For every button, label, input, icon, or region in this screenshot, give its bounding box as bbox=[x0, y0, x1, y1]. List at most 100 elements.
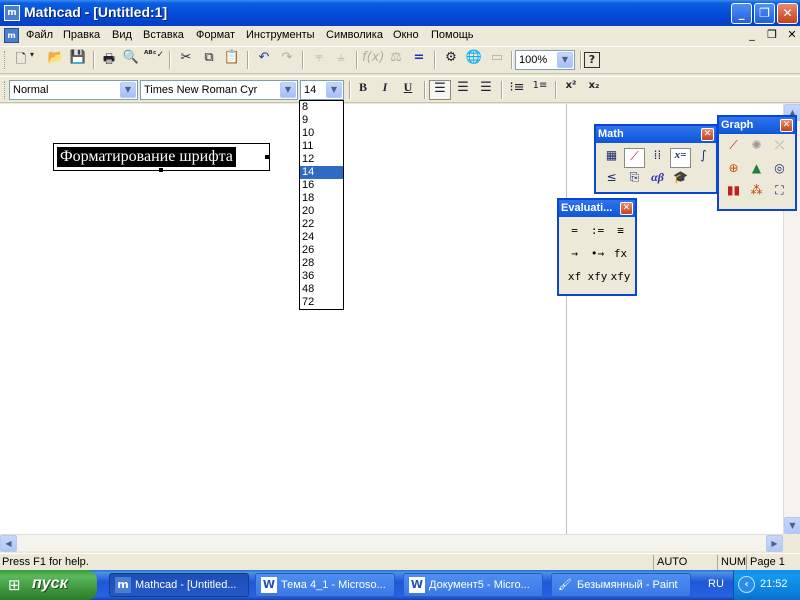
insert-function-icon[interactable]: f(x) bbox=[362, 50, 384, 70]
menu-view[interactable]: Вид bbox=[112, 29, 132, 41]
symbolic-evaluate-button[interactable]: → bbox=[564, 247, 585, 267]
calculate-icon[interactable]: = bbox=[408, 50, 430, 70]
numbered-list-icon[interactable]: 1≡ bbox=[529, 80, 551, 100]
paste-icon[interactable]: 📋 bbox=[221, 50, 243, 70]
text-region[interactable]: Форматирование шрифта bbox=[53, 143, 270, 172]
keyword-evaluate-button[interactable]: •→ bbox=[587, 247, 608, 267]
vector-field-icon[interactable]: ▮▮ bbox=[723, 183, 744, 203]
align-left-icon[interactable]: ☰ bbox=[429, 80, 451, 100]
zoom-select[interactable]: 100% ▼ bbox=[515, 50, 575, 70]
hyperlink-icon[interactable]: ▭ bbox=[486, 50, 508, 70]
graph-icon[interactable]: ⟋ bbox=[624, 148, 645, 168]
mdi-restore-button[interactable]: ❐ bbox=[765, 29, 779, 42]
redo-icon[interactable]: ↷ bbox=[276, 50, 298, 70]
close-icon[interactable]: ✕ bbox=[701, 128, 714, 141]
italic-button[interactable]: I bbox=[374, 80, 396, 100]
chevron-down-icon[interactable]: ▼ bbox=[326, 82, 342, 98]
math-palette-title[interactable]: Math bbox=[596, 126, 716, 143]
evaluation-icon[interactable]: x= bbox=[670, 148, 691, 168]
underline-button[interactable]: U bbox=[397, 80, 419, 100]
document-icon[interactable]: m bbox=[4, 28, 19, 43]
open-icon[interactable]: 📂 bbox=[45, 50, 67, 70]
print-icon[interactable]: 🖶 bbox=[98, 50, 120, 70]
global-define-button[interactable]: ≡ bbox=[610, 224, 631, 244]
menu-edit[interactable]: Правка bbox=[63, 29, 100, 41]
mdi-close-button[interactable]: ✕ bbox=[785, 29, 799, 42]
bullet-list-icon[interactable]: ⁝≡ bbox=[506, 80, 528, 100]
scroll-left-icon[interactable]: ◀ bbox=[0, 535, 17, 552]
programming-icon[interactable]: ⎘ bbox=[624, 170, 645, 190]
font-size-option[interactable]: 16 bbox=[300, 179, 343, 192]
mdi-minimize-button[interactable]: _ bbox=[745, 29, 759, 42]
font-size-option[interactable]: 48 bbox=[300, 283, 343, 296]
task-mathcad[interactable]: m Mathcad - [Untitled... bbox=[109, 573, 249, 597]
evaluate-button[interactable]: = bbox=[564, 224, 585, 244]
3d-scatter-icon[interactable]: ▲ bbox=[746, 161, 767, 181]
cut-icon[interactable]: ✂ bbox=[175, 50, 197, 70]
scroll-right-icon[interactable]: ▶ bbox=[766, 535, 783, 552]
menu-file[interactable]: Файл bbox=[26, 29, 53, 41]
surface-plot-icon[interactable]: ⤫ bbox=[769, 138, 790, 158]
define-button[interactable]: := bbox=[587, 224, 608, 244]
font-size-option[interactable]: 28 bbox=[300, 257, 343, 270]
polar-plot-icon[interactable]: ✺ bbox=[746, 138, 767, 158]
undo-icon[interactable]: ↶ bbox=[253, 50, 275, 70]
superscript-button[interactable]: x² bbox=[560, 80, 582, 100]
menu-symbolics[interactable]: Символика bbox=[326, 29, 383, 41]
chevron-down-icon[interactable]: ▼ bbox=[280, 82, 296, 98]
chevron-down-icon[interactable]: ▼ bbox=[557, 52, 573, 68]
symbolic-icon[interactable]: 🎓 bbox=[670, 170, 691, 190]
horizontal-scrollbar[interactable]: ◀ ▶ bbox=[0, 534, 783, 552]
align-top-icon[interactable]: ⫧ bbox=[308, 50, 330, 70]
style-select[interactable]: Normal ▼ bbox=[9, 80, 138, 100]
restore-button[interactable]: ❐ bbox=[754, 3, 775, 24]
tray-expand-icon[interactable]: ‹ bbox=[738, 576, 755, 593]
font-size-option[interactable]: 10 bbox=[300, 127, 343, 140]
start-button[interactable]: ⊞ пуск bbox=[0, 570, 97, 600]
menu-help[interactable]: Помощь bbox=[431, 29, 474, 41]
subscript-button[interactable]: x₂ bbox=[583, 80, 605, 100]
toolbar-grip[interactable] bbox=[4, 81, 7, 99]
close-button[interactable]: ✕ bbox=[777, 3, 798, 24]
infix-operator-button[interactable]: xfy bbox=[587, 270, 608, 290]
trace-icon[interactable]: ⛶ bbox=[769, 183, 790, 203]
postfix-operator-button[interactable]: xf bbox=[564, 270, 585, 290]
bold-button[interactable]: B bbox=[352, 80, 374, 100]
mathcad-app-icon[interactable]: m bbox=[4, 5, 20, 21]
save-icon[interactable]: 💾 bbox=[67, 50, 89, 70]
language-indicator[interactable]: RU bbox=[708, 578, 724, 590]
font-size-option[interactable]: 26 bbox=[300, 244, 343, 257]
scroll-down-icon[interactable]: ▼ bbox=[784, 517, 800, 534]
calculus-icon[interactable]: ∫ bbox=[693, 148, 714, 168]
font-size-option[interactable]: 24 bbox=[300, 231, 343, 244]
menu-format[interactable]: Формат bbox=[196, 29, 235, 41]
task-word-1[interactable]: W Тема 4_1 - Microso... bbox=[255, 573, 395, 597]
font-size-option[interactable]: 9 bbox=[300, 114, 343, 127]
toolbar-grip[interactable] bbox=[4, 51, 7, 69]
align-bottom-icon[interactable]: ⫨ bbox=[330, 50, 352, 70]
treefix-operator-button[interactable]: xfy bbox=[610, 270, 631, 290]
greek-icon[interactable]: αβ bbox=[647, 170, 668, 190]
calculator-icon[interactable]: ▦ bbox=[601, 148, 622, 168]
minimize-button[interactable]: _ bbox=[731, 3, 752, 24]
align-center-icon[interactable]: ☰ bbox=[452, 80, 474, 100]
resize-handle[interactable] bbox=[159, 168, 163, 172]
zoom-icon[interactable]: ⁂ bbox=[746, 183, 767, 203]
font-size-option[interactable]: 8 bbox=[300, 101, 343, 114]
font-size-option[interactable]: 11 bbox=[300, 140, 343, 153]
spell-check-icon[interactable]: ᴬᴮᶜ✓ bbox=[143, 50, 165, 70]
font-size-option[interactable]: 18 bbox=[300, 192, 343, 205]
close-icon[interactable]: ✕ bbox=[620, 202, 633, 215]
font-size-option[interactable]: 72 bbox=[300, 296, 343, 309]
chevron-down-icon[interactable]: ▼ bbox=[120, 82, 136, 98]
menu-insert[interactable]: Вставка bbox=[143, 29, 184, 41]
font-size-option[interactable]: 22 bbox=[300, 218, 343, 231]
font-size-option[interactable]: 14 bbox=[300, 166, 343, 179]
task-paint[interactable]: 🖌 Безымянный - Paint bbox=[551, 573, 691, 597]
resize-handle[interactable] bbox=[265, 155, 269, 159]
clock[interactable]: 21:52 bbox=[760, 578, 788, 590]
prefix-operator-button[interactable]: fx bbox=[610, 247, 631, 267]
font-size-option[interactable]: 12 bbox=[300, 153, 343, 166]
boolean-icon[interactable]: ≤ bbox=[601, 170, 622, 190]
insert-unit-icon[interactable]: ⚖ bbox=[385, 50, 407, 70]
